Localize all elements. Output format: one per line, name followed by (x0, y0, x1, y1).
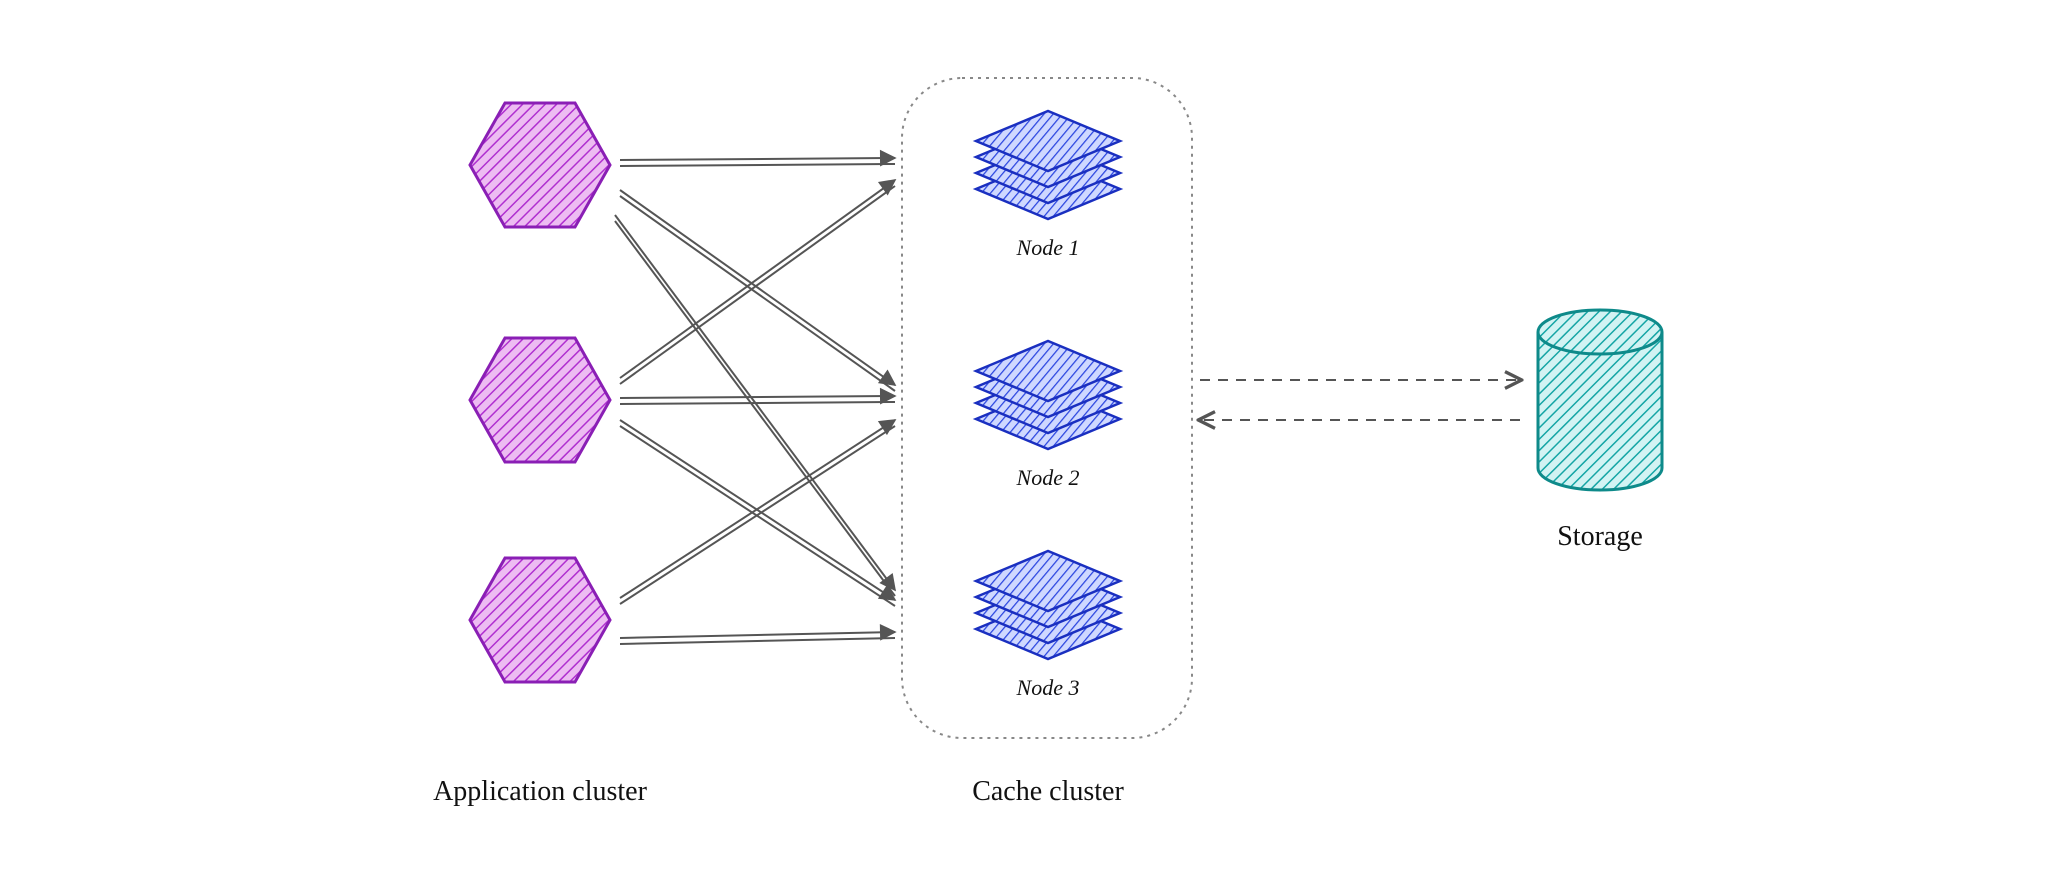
storage-cylinder (1538, 310, 1662, 490)
app-hexagon-3 (470, 558, 610, 682)
cache-node-1-label: Node 1 (1016, 235, 1080, 260)
arrows-cache-to-storage (1200, 380, 1520, 420)
cache-cluster-label: Cache cluster (972, 776, 1124, 807)
cache-node-3 (976, 551, 1120, 659)
arrows-app-to-cache (615, 158, 895, 644)
cache-node-2 (976, 341, 1120, 449)
app-cluster-label: Application cluster (433, 776, 648, 807)
architecture-diagram: Node 1 Node 2 Node 3 Storage Application… (0, 0, 2064, 896)
app-hexagon-1 (470, 103, 610, 227)
cache-node-1 (976, 111, 1120, 219)
storage-label: Storage (1557, 521, 1643, 552)
cache-node-3-label: Node 3 (1016, 675, 1080, 700)
cache-node-2-label: Node 2 (1016, 465, 1080, 490)
app-hexagon-2 (470, 338, 610, 462)
